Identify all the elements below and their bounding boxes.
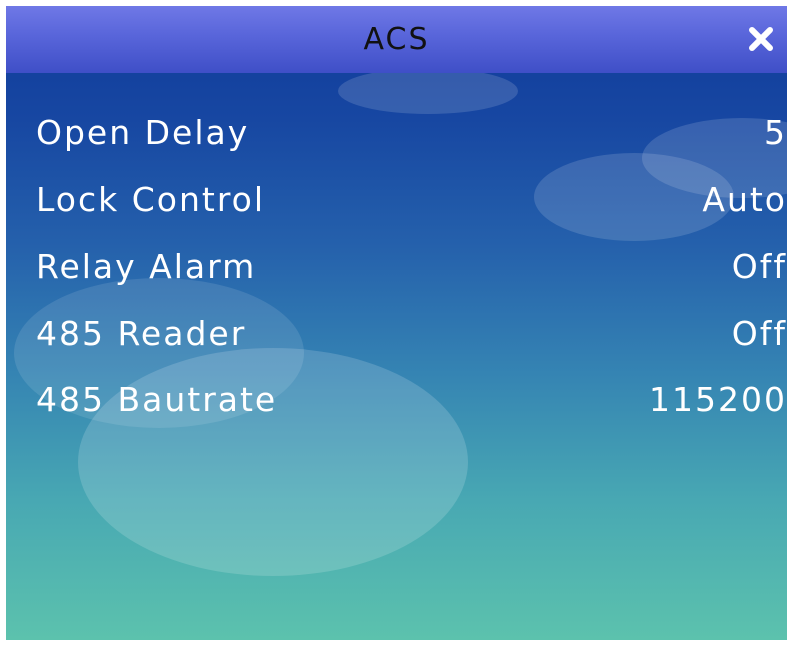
setting-row-open-delay[interactable]: Open Delay 5 xyxy=(6,103,787,163)
setting-row-relay-alarm[interactable]: Relay Alarm Off xyxy=(6,237,787,297)
setting-row-lock-control[interactable]: Lock Control Auto xyxy=(6,170,787,230)
setting-value: 115200 xyxy=(649,380,787,419)
setting-label: Lock Control xyxy=(36,180,266,219)
setting-label: Open Delay xyxy=(36,113,250,152)
setting-value: Off xyxy=(731,247,787,286)
setting-label: 485 Reader xyxy=(36,314,247,353)
setting-value: Auto xyxy=(702,180,787,219)
setting-label: Relay Alarm xyxy=(36,247,257,286)
setting-value: 5 xyxy=(764,113,787,152)
acs-settings-screen: ACS Open Delay 5 Lock Control Auto Relay… xyxy=(6,6,787,640)
setting-row-485-bautrate[interactable]: 485 Bautrate 115200 xyxy=(6,370,787,430)
setting-value: Off xyxy=(731,314,787,353)
device-frame: ACS Open Delay 5 Lock Control Auto Relay… xyxy=(0,0,787,645)
setting-label: 485 Bautrate xyxy=(36,380,278,419)
setting-row-485-reader[interactable]: 485 Reader Off xyxy=(6,304,787,364)
settings-list: Open Delay 5 Lock Control Auto Relay Ala… xyxy=(6,6,787,640)
